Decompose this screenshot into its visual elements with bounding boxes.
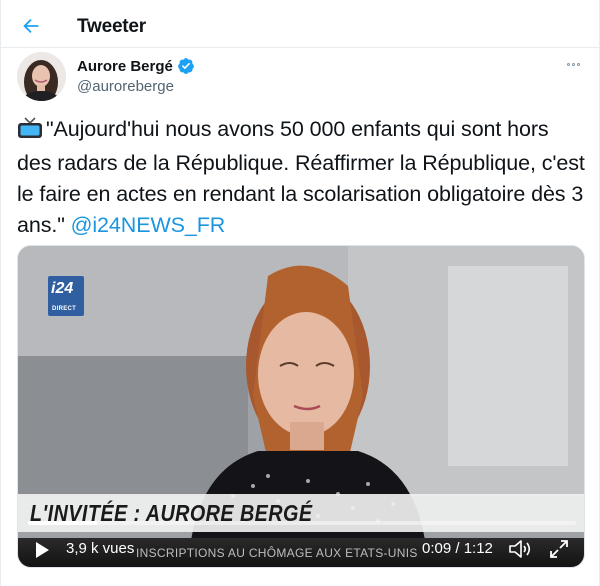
avatar[interactable]: [17, 52, 66, 101]
top-bar: Tweeter: [1, 0, 600, 48]
video-player[interactable]: i24 DIRECT L'INVITÉE : AURORE BERGÉ INSC…: [17, 245, 585, 568]
tweet-body: "Aujourd'hui nous avons 50 000 enfants q…: [17, 114, 587, 241]
video-progress-fill: [28, 521, 97, 525]
arrow-left-icon: [23, 18, 39, 34]
fullscreen-icon: [550, 540, 568, 558]
fullscreen-button[interactable]: [548, 538, 570, 560]
tweet-page: Tweeter Aurore Bergé @auroreberge "Aujou…: [0, 0, 600, 586]
video-time: 0:09 / 1:12: [422, 540, 493, 557]
speaker-icon: [509, 540, 531, 558]
more-dot-icon: [576, 62, 580, 66]
channel-logo-text: i24: [51, 280, 74, 297]
back-button[interactable]: [17, 12, 45, 40]
mention-link[interactable]: @i24NEWS_FR: [71, 213, 226, 237]
more-options-button[interactable]: [561, 56, 585, 72]
more-dot-icon: [566, 62, 570, 66]
play-icon: [36, 542, 49, 558]
tv-icon: [17, 117, 43, 148]
user-handle[interactable]: @auroreberge: [77, 78, 174, 95]
volume-button[interactable]: [508, 538, 532, 560]
view-count: 3,9 k vues: [66, 540, 135, 557]
page-title: Tweeter: [77, 16, 146, 37]
tweet-author: Aurore Bergé @auroreberge: [17, 52, 585, 102]
video-progress-bar[interactable]: [28, 521, 576, 525]
more-dot-icon: [571, 62, 575, 66]
avatar-image: [17, 52, 66, 101]
play-button[interactable]: [32, 540, 52, 560]
name-row: Aurore Bergé: [77, 57, 195, 75]
ticker-text: INSCRIPTIONS AU CHÔMAGE AUX ETATS-UNIS: [136, 546, 418, 560]
verified-badge-icon: [177, 57, 195, 75]
display-name[interactable]: Aurore Bergé: [77, 58, 173, 75]
channel-logo-sub: DIRECT: [52, 306, 77, 312]
